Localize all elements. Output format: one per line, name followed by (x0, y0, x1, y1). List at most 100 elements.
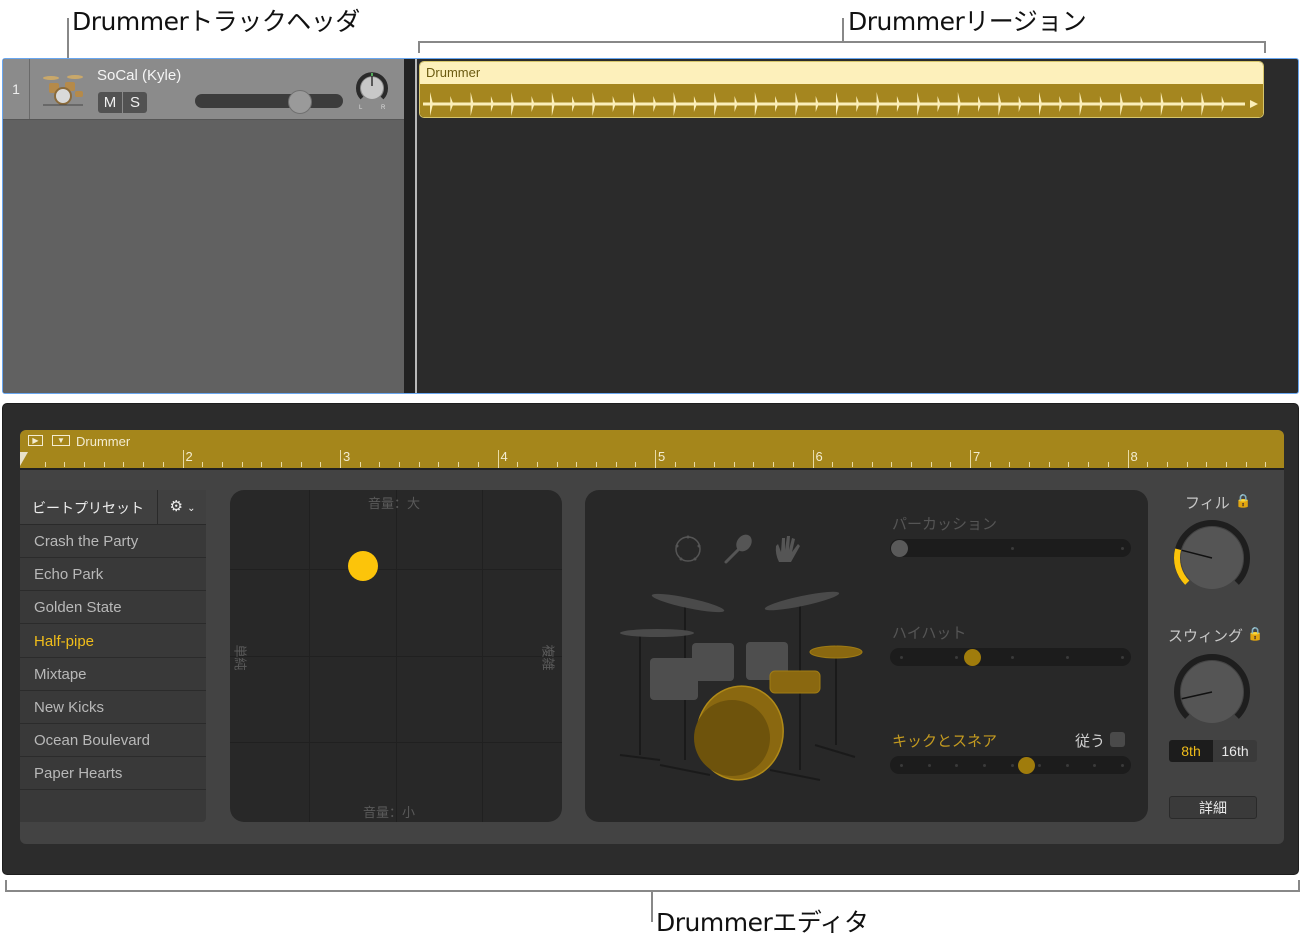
waveform-hit (450, 96, 454, 112)
ruler-tick (418, 462, 420, 467)
ruler-tick (1245, 462, 1247, 467)
callout-line (842, 18, 844, 43)
preset-item[interactable]: Echo Park (20, 558, 206, 592)
slider-step (927, 764, 931, 767)
waveform-hit (734, 96, 738, 112)
preset-item[interactable]: Crash the Party (20, 525, 206, 558)
gear-menu-button[interactable]: ⚙ ⌄ (157, 490, 207, 524)
callout-region: Drummerリージョン (848, 7, 1087, 36)
waveform-hit (1181, 96, 1185, 112)
ruler-tick (458, 462, 460, 467)
hihat-label: ハイハット (892, 625, 967, 642)
pan-right-label: R (381, 105, 386, 111)
ruler-tick (517, 462, 519, 467)
playhead[interactable] (415, 59, 417, 393)
kick-snare-slider[interactable] (890, 756, 1131, 774)
ruler-tick (1166, 462, 1168, 467)
callout-bracket (418, 41, 420, 53)
ruler-tick (261, 462, 263, 467)
ruler-tick (733, 462, 735, 467)
drum-kit-illustration (600, 585, 870, 785)
tambourine-icon[interactable] (673, 534, 703, 564)
fill-knob[interactable] (1172, 518, 1252, 598)
region-title: Drummer (420, 62, 1263, 84)
slider-step (1121, 656, 1124, 659)
clap-icon[interactable] (773, 532, 803, 566)
loudness-complexity-pad[interactable]: 音量：大 音量：小 単純 複雑 (230, 490, 562, 822)
waveform-hit (998, 92, 1002, 116)
ruler-tick (871, 462, 873, 467)
ruler-tick (615, 462, 617, 467)
ruler-tick (438, 462, 440, 467)
hihat-slider[interactable] (890, 648, 1131, 666)
editor-ruler[interactable]: ▶ ▼ Drummer 2345678 (20, 430, 1284, 470)
slider-step (1010, 764, 1014, 767)
ruler-tick (1048, 462, 1050, 467)
slider-thumb[interactable] (964, 648, 982, 666)
waveform-hit (795, 92, 799, 116)
ruler-bar-number: 6 (815, 449, 823, 464)
callout-track-header: Drummerトラックヘッダ (72, 7, 360, 36)
ruler-tick (123, 462, 125, 467)
preset-item[interactable]: New Kicks (20, 691, 206, 724)
pad-label-simple: 単純 (232, 644, 248, 671)
details-button[interactable]: 詳細 (1169, 796, 1257, 819)
waveform-hit (531, 96, 535, 112)
callout-bracket (1264, 41, 1266, 53)
track-name[interactable]: SoCal (Kyle) (97, 67, 181, 84)
slider-step (982, 764, 986, 767)
waveform-hit (775, 96, 779, 112)
solo-button[interactable]: S (123, 92, 147, 113)
drummer-track-header[interactable]: 1 SoCal (Kyle) M S L R (3, 59, 404, 120)
follow-checkbox[interactable] (1110, 732, 1125, 747)
preset-item[interactable]: Mixtape (20, 658, 206, 691)
slider-step (955, 764, 959, 767)
pan-knob[interactable] (355, 71, 389, 107)
percussion-slider[interactable] (890, 539, 1131, 557)
swing-knob[interactable] (1172, 652, 1252, 732)
ruler-bar-number: 8 (1130, 449, 1138, 464)
waveform-hit (1140, 96, 1144, 112)
ruler-tick (930, 462, 932, 467)
waveform-hit (876, 92, 880, 116)
ruler-tick (1088, 462, 1090, 467)
waveform-hit (836, 92, 839, 116)
waveform-hit (1018, 96, 1022, 112)
swing-16th-button[interactable]: 16th (1213, 740, 1257, 762)
preset-item[interactable]: Golden State (20, 591, 206, 625)
editor-content: ▶ ▼ Drummer 2345678 ビートプリセット ⚙ ⌄ Crash t… (20, 430, 1284, 844)
slider-step (1121, 547, 1124, 550)
ruler-tick (84, 462, 86, 467)
lock-icon[interactable]: 🔒 (1235, 493, 1251, 509)
waveform-hit (978, 96, 982, 112)
preset-item[interactable]: Ocean Boulevard (20, 724, 206, 758)
region-waveform (420, 84, 1263, 117)
ruler-tick (1029, 462, 1031, 467)
preset-item[interactable]: Half-pipe (20, 625, 206, 658)
ruler-tick (477, 462, 479, 467)
slider-thumb[interactable] (891, 539, 908, 557)
pad-label-soft: 音量：小 (363, 805, 416, 820)
swing-label: スウィング (1168, 628, 1244, 645)
ruler-tick (832, 462, 834, 467)
waveform-hit (511, 92, 515, 116)
volume-slider[interactable] (195, 94, 343, 108)
swing-8th-button[interactable]: 8th (1169, 740, 1213, 762)
volume-slider-thumb[interactable] (288, 90, 312, 114)
pad-puck[interactable] (347, 551, 378, 582)
follow-label: 従う (1075, 733, 1106, 750)
beat-presets-label: ビートプリセット (32, 500, 144, 516)
shaker-icon[interactable] (722, 533, 754, 565)
callout-editor: Drummerエディタ (656, 908, 869, 937)
ruler-tick (143, 462, 145, 467)
waveform-hit (896, 96, 900, 112)
lock-icon[interactable]: 🔒 (1247, 626, 1263, 642)
slider-thumb[interactable] (1017, 756, 1035, 774)
preset-item[interactable]: Paper Hearts (20, 757, 206, 791)
ruler-bar-line (182, 450, 184, 468)
drummer-region[interactable]: Drummer (419, 61, 1264, 118)
mute-button[interactable]: M (98, 92, 122, 113)
ruler-tick (576, 462, 578, 467)
ruler-tick (1186, 462, 1188, 467)
track-header-column: 1 SoCal (Kyle) M S L R (3, 59, 404, 393)
